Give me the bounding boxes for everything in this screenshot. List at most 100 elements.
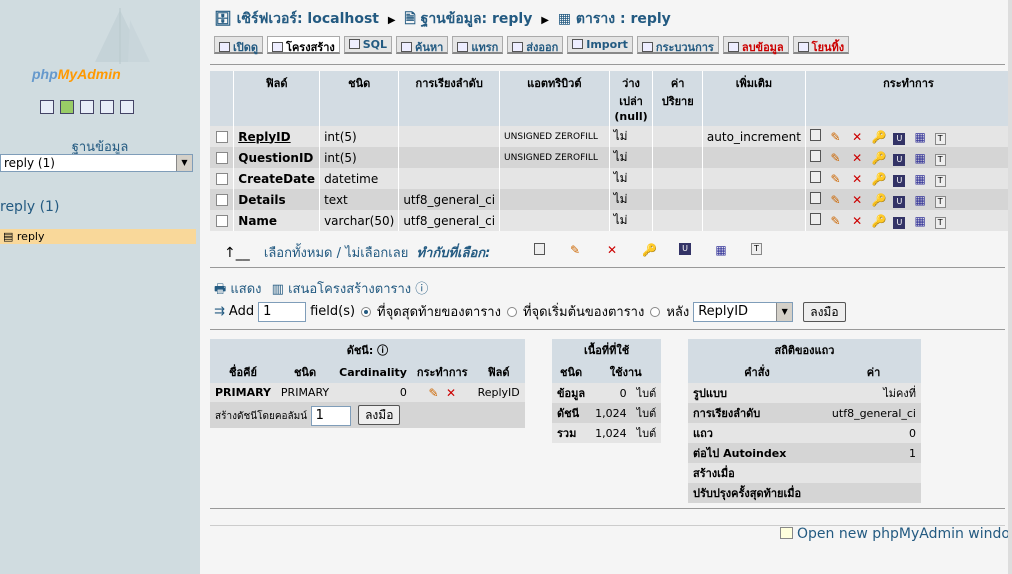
breadcrumb-table[interactable]: ตาราง : reply — [576, 11, 671, 27]
home-icon[interactable] — [40, 100, 54, 114]
row-actions: ✎ ✕ 🔑 U ▦ T — [805, 210, 1012, 231]
phpmyadmin-logo[interactable]: phpMyAdmin — [0, 0, 200, 92]
index-icon[interactable]: ▦ — [913, 214, 927, 228]
primary-key-icon[interactable]: 🔑 — [872, 193, 887, 207]
unique-selected-icon[interactable]: U — [679, 243, 691, 255]
row-checkbox[interactable] — [215, 215, 228, 227]
tab-browse[interactable]: เปิดดู — [214, 36, 264, 54]
scrollbar[interactable] — [1008, 0, 1012, 574]
add-field-go-button[interactable]: ลงมือ — [803, 301, 846, 322]
index-icon[interactable]: ▦ — [913, 172, 927, 186]
row-checkbox[interactable] — [215, 194, 228, 206]
sql-icon[interactable] — [80, 100, 94, 114]
query-window-icon[interactable] — [120, 100, 134, 114]
edit-index-icon[interactable]: ✎ — [427, 386, 441, 400]
fulltext-icon[interactable]: T — [934, 174, 946, 187]
browse-selected-icon[interactable] — [534, 243, 545, 255]
edit-field-icon[interactable]: ✎ — [829, 214, 843, 228]
row-checkbox[interactable] — [215, 173, 228, 185]
cell-field[interactable]: CreateDate — [233, 168, 321, 189]
index-selected-icon[interactable]: ▦ — [714, 243, 728, 257]
help-icon[interactable]: ⓘ — [415, 282, 428, 297]
tab-import[interactable]: Import — [567, 36, 633, 54]
edit-field-icon[interactable]: ✎ — [829, 172, 843, 186]
tab-search[interactable]: ค้นหา — [396, 36, 449, 54]
cell-default — [652, 210, 703, 231]
index-icon[interactable]: ▦ — [913, 130, 927, 144]
primary-key-icon[interactable]: 🔑 — [872, 172, 887, 186]
fulltext-icon[interactable]: T — [934, 195, 946, 208]
drop-field-icon[interactable]: ✕ — [850, 214, 864, 228]
cell-field[interactable]: Details — [233, 189, 321, 210]
tab-drop[interactable]: โยนทิ้ง — [792, 36, 850, 54]
index-icon[interactable]: ▦ — [913, 151, 927, 165]
primary-selected-icon[interactable]: 🔑 — [642, 243, 657, 257]
drop-field-icon[interactable]: ✕ — [850, 172, 864, 186]
cell-field[interactable]: ReplyID — [233, 126, 321, 147]
breadcrumb-server[interactable]: เซิร์ฟเวอร์: localhost — [237, 11, 379, 27]
breadcrumb-database[interactable]: ฐานข้อมูล: reply — [421, 11, 533, 27]
fulltext-icon[interactable]: T — [934, 216, 946, 229]
field-count-input[interactable]: 1 — [258, 301, 307, 322]
idx-header-cardinality: Cardinality — [334, 361, 412, 383]
sidebar-table-reply[interactable]: ▤ reply — [0, 229, 196, 244]
fulltext-selected-icon[interactable]: T — [751, 243, 762, 255]
database-link[interactable]: reply (1) — [0, 199, 59, 215]
new-window-link[interactable]: Open new phpMyAdmin window — [797, 526, 1012, 542]
tab-insert[interactable]: แทรก — [452, 36, 504, 54]
unique-icon[interactable]: U — [893, 132, 906, 145]
index-icon[interactable]: ▦ — [913, 193, 927, 207]
browse-distinct-icon[interactable] — [809, 191, 821, 204]
stats-row: ต่อไป Autoindex 1 — [688, 443, 921, 463]
propose-structure-link[interactable]: เสนอโครงสร้างตาราง — [288, 282, 411, 297]
edit-field-icon[interactable]: ✎ — [829, 130, 843, 144]
tab-empty[interactable]: ลบข้อมูล — [722, 36, 789, 54]
drop-field-icon[interactable]: ✕ — [850, 130, 864, 144]
browse-distinct-icon[interactable] — [809, 212, 821, 225]
fulltext-icon[interactable]: T — [934, 153, 946, 166]
stats-label: รูปแบบ — [688, 383, 826, 403]
browse-distinct-icon[interactable] — [809, 170, 821, 183]
exit-icon[interactable] — [60, 100, 74, 114]
row-checkbox[interactable] — [215, 152, 228, 164]
at-begin-radio[interactable] — [506, 306, 517, 317]
browse-distinct-icon[interactable] — [809, 149, 821, 162]
create-index-count-input[interactable]: 1 — [310, 405, 351, 426]
database-select[interactable]: reply (1) ▼ — [0, 154, 193, 172]
primary-key-icon[interactable]: 🔑 — [872, 214, 887, 228]
drop-field-icon[interactable]: ✕ — [850, 151, 864, 165]
stats-value: utf8_general_ci — [826, 403, 921, 423]
unique-icon[interactable]: U — [893, 195, 906, 208]
unique-icon[interactable]: U — [893, 174, 906, 187]
delete-selected-icon[interactable]: ✕ — [605, 243, 619, 257]
edit-selected-icon[interactable]: ✎ — [568, 243, 582, 257]
primary-key-icon[interactable]: 🔑 — [872, 130, 887, 144]
fulltext-icon[interactable]: T — [934, 132, 946, 145]
unique-icon[interactable]: U — [893, 216, 906, 229]
cell-field[interactable]: QuestionID — [233, 147, 321, 168]
unique-icon[interactable]: U — [893, 153, 906, 166]
edit-field-icon[interactable]: ✎ — [829, 151, 843, 165]
at-end-radio[interactable] — [361, 306, 372, 317]
after-field-select[interactable]: ReplyID ▼ — [693, 301, 794, 322]
primary-key-icon[interactable]: 🔑 — [872, 151, 887, 165]
drop-field-icon[interactable]: ✕ — [850, 193, 864, 207]
row-checkbox[interactable] — [215, 131, 228, 143]
tab-sql[interactable]: SQL — [343, 36, 393, 54]
edit-field-icon[interactable]: ✎ — [829, 193, 843, 207]
cell-field[interactable]: Name — [233, 210, 321, 231]
tab-export[interactable]: ส่งออก — [507, 36, 564, 54]
drop-index-icon[interactable]: ✕ — [444, 386, 458, 400]
browse-distinct-icon[interactable] — [809, 128, 821, 141]
create-index-go-button[interactable]: ลงมือ — [358, 404, 401, 425]
header-null: ว่างเปล่า (null) — [609, 71, 654, 126]
help-icon[interactable]: ⓘ — [377, 344, 388, 357]
tab-operations[interactable]: กระบวนการ — [636, 36, 719, 54]
print-view-link[interactable]: แสดง — [230, 282, 261, 297]
tab-structure[interactable]: โครงสร้าง — [267, 36, 340, 54]
check-all-link[interactable]: เลือกทั้งหมด / ไม่เลือกเลย — [264, 246, 408, 261]
cell-collation — [398, 168, 501, 189]
docs-icon[interactable] — [100, 100, 114, 114]
stats-label: ปรับปรุงครั้งสุดท้ายเมื่อ — [688, 483, 826, 503]
after-radio[interactable] — [650, 306, 661, 317]
